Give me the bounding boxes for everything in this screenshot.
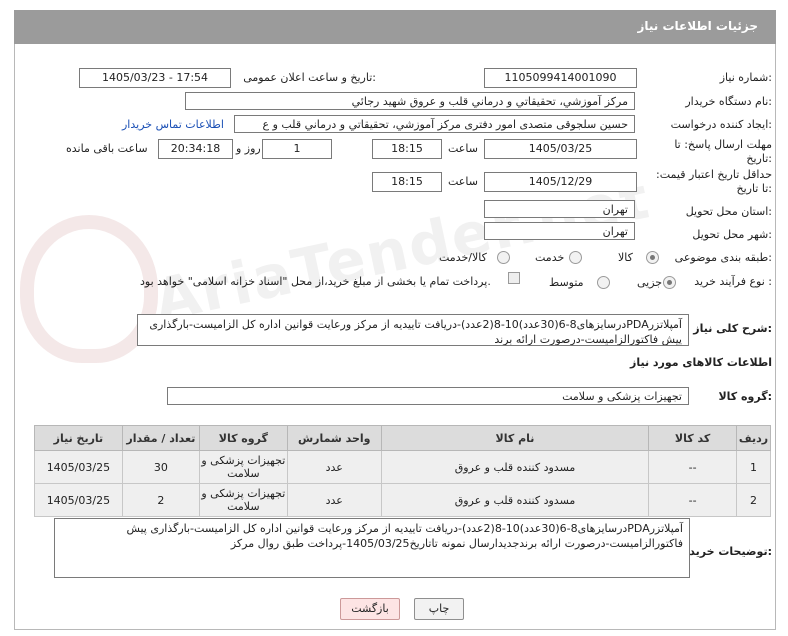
validity-hour-word: ساعت xyxy=(448,175,478,188)
col-date: تاریخ نیاز xyxy=(34,425,123,451)
province-label: استان محل تحویل: xyxy=(685,205,772,218)
days-remaining-field: 1 xyxy=(262,139,332,159)
need-number-label: شماره نیاز: xyxy=(719,71,772,84)
col-group: گروه کالا xyxy=(198,425,288,451)
city-field: تهران xyxy=(484,222,635,240)
buyer-contact-link[interactable]: اطلاعات تماس خریدار xyxy=(122,118,224,131)
page-title: جزئیات اطلاعات نیاز xyxy=(637,19,758,33)
title-bar-bg: جزئیات اطلاعات نیاز xyxy=(14,10,776,44)
creator-field: حسین سلجوقی متصدی امور دفتری مرکز آموزشي… xyxy=(234,115,635,133)
goods-section-title: اطلاعات کالاهای مورد نیاز xyxy=(630,356,772,369)
title-bar: جزئیات اطلاعات نیاز xyxy=(14,10,776,44)
announce-datetime-field: 1405/03/23 - 17:54 xyxy=(79,68,231,88)
row-qty: 2 xyxy=(121,483,200,517)
process-radio-medium[interactable] xyxy=(597,276,610,289)
deadline-time-field: 18:15 xyxy=(372,139,442,159)
summary-label: شرح کلی نیاز: xyxy=(693,322,772,335)
category-radio-goods[interactable] xyxy=(646,251,659,264)
category-label: طبقه بندی موضوعی: xyxy=(674,251,772,264)
row-code: -- xyxy=(648,450,737,484)
row-qty: 30 xyxy=(121,450,200,484)
validity-time-field: 18:15 xyxy=(372,172,442,192)
announce-label: تاریخ و ساعت اعلان عمومی: xyxy=(243,71,376,84)
row-date: 1405/03/25 xyxy=(34,450,123,484)
row-date: 1405/03/25 xyxy=(34,483,123,517)
col-unit: واحد شمارش xyxy=(286,425,382,451)
time-remaining-field: 20:34:18 xyxy=(158,139,233,159)
row-name: مسدود کننده قلب و عروق xyxy=(380,483,650,517)
deadline-date-field: 1405/03/25 xyxy=(484,139,637,159)
days-word: روز و xyxy=(236,142,261,155)
category-radio-both[interactable] xyxy=(497,251,510,264)
validity-date-field: 1405/12/29 xyxy=(484,172,637,192)
treasury-payment-checkbox[interactable] xyxy=(508,272,520,284)
time-remaining-word: ساعت باقی مانده xyxy=(66,142,148,155)
deadline-hour-word: ساعت xyxy=(448,142,478,155)
table-row: 1 -- مسدود کننده قلب و عروق عدد تجهیزات … xyxy=(34,450,772,484)
back-button[interactable]: بازگشت xyxy=(340,598,400,620)
row-code: -- xyxy=(648,483,737,517)
buyer-org-label: نام دستگاه خریدار: xyxy=(685,95,772,108)
process-radio-minor[interactable] xyxy=(663,276,676,289)
row-index: 1 xyxy=(735,450,772,484)
process-option-minor: جزیی xyxy=(637,276,663,289)
buyer-notes-label: توضیحات خریدار: xyxy=(679,545,772,558)
row-unit: عدد xyxy=(286,450,382,484)
buyer-org-field: مرکز آموزشي، تحقيقاتي و درماني قلب و عرو… xyxy=(185,92,635,110)
process-option-medium: متوسط xyxy=(549,276,584,289)
row-group: تجهیزات پزشکی و سلامت xyxy=(198,483,288,517)
category-radio-service[interactable] xyxy=(569,251,582,264)
category-option-both: کالا/خدمت xyxy=(439,251,487,264)
creator-label: ایجاد کننده درخواست: xyxy=(670,118,772,131)
print-button[interactable]: چاپ xyxy=(414,598,464,620)
category-option-goods: کالا xyxy=(618,251,633,264)
col-name: نام کالا xyxy=(380,425,650,451)
need-number-field: 1105099414001090 xyxy=(484,68,637,88)
goods-table-header: ردیف کد کالا نام کالا واحد شمارش گروه کا… xyxy=(34,425,772,451)
validity-label: حداقل تاریخ اعتبار قیمت: تا تاریخ: xyxy=(656,168,772,195)
row-group: تجهیزات پزشکی و سلامت xyxy=(198,450,288,484)
col-qty: تعداد / مقدار xyxy=(121,425,200,451)
province-field: تهران xyxy=(484,200,635,218)
row-index: 2 xyxy=(735,483,772,517)
city-label: شهر محل تحویل: xyxy=(692,228,772,241)
goods-group-label: گروه کالا: xyxy=(718,390,772,403)
treasury-payment-note: پرداخت تمام یا بخشی از مبلغ خرید،از محل … xyxy=(140,275,491,288)
category-option-service: خدمت xyxy=(535,251,565,264)
goods-table: ردیف کد کالا نام کالا واحد شمارش گروه کا… xyxy=(34,425,772,517)
summary-text: آمپلاتزرPDAدرسایزهای8-6(30عدد)10-8(2عدد)… xyxy=(137,314,689,346)
row-unit: عدد xyxy=(286,483,382,517)
table-row: 2 -- مسدود کننده قلب و عروق عدد تجهیزات … xyxy=(34,483,772,517)
goods-group-field: تجهیزات پزشکی و سلامت xyxy=(167,387,689,405)
deadline-label: مهلت ارسال پاسخ: تا تاریخ: xyxy=(674,138,772,165)
col-code: کد کالا xyxy=(648,425,737,451)
row-name: مسدود کننده قلب و عروق xyxy=(380,450,650,484)
process-label: نوع فرآیند خرید : xyxy=(694,275,772,288)
buyer-notes-text: آمپلاتزرPDAدرسایزهای8-6(30عدد)10-8(2عدد)… xyxy=(54,518,690,578)
col-index: ردیف xyxy=(735,425,772,451)
